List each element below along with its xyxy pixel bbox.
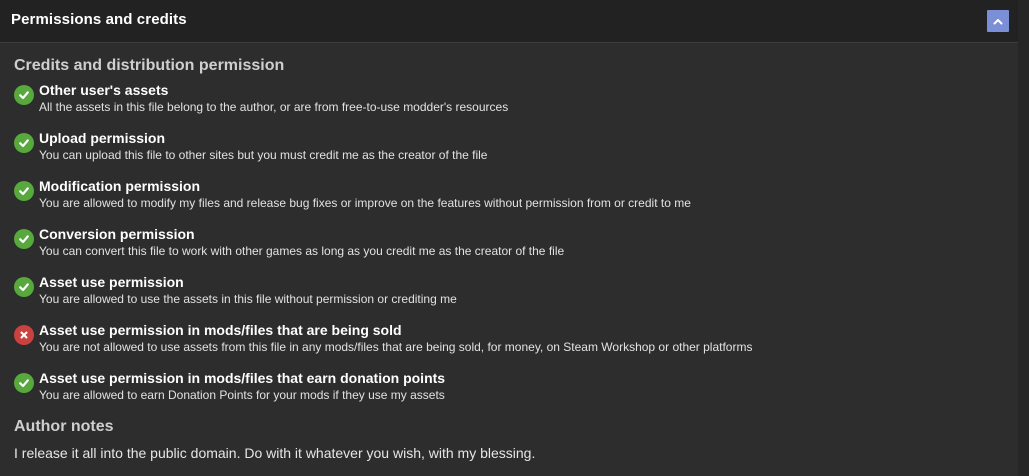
permission-title: Asset use permission xyxy=(39,274,184,290)
check-icon xyxy=(14,277,34,297)
permission-item-asset-use: Asset use permission You are allowed to … xyxy=(14,274,1004,314)
permission-item-upload: Upload permission You can upload this fi… xyxy=(14,130,1004,170)
permission-title: Modification permission xyxy=(39,178,201,194)
permission-description: You are not allowed to use assets from t… xyxy=(39,340,753,354)
permissions-panel: Permissions and credits Credits and dist… xyxy=(0,0,1018,476)
permission-description: You can convert this file to work with o… xyxy=(39,244,565,258)
scrollbar[interactable] xyxy=(1018,0,1029,476)
permission-item-asset-use-sold: Asset use permission in mods/files that … xyxy=(14,322,1004,362)
check-icon xyxy=(14,85,34,105)
check-icon xyxy=(14,229,34,249)
author-notes-title: Author notes xyxy=(14,418,114,435)
permission-item-other-users-assets: Other user's assets All the assets in th… xyxy=(14,82,1004,122)
chevron-up-icon xyxy=(993,12,1003,30)
permission-title: Asset use permission in mods/files that … xyxy=(39,322,402,338)
permission-item-asset-use-donation: Asset use permission in mods/files that … xyxy=(14,370,1004,410)
panel-header[interactable]: Permissions and credits xyxy=(0,0,1018,43)
collapse-button[interactable] xyxy=(987,10,1009,32)
permission-title: Conversion permission xyxy=(39,226,195,242)
permission-title: Asset use permission in mods/files that … xyxy=(39,370,446,386)
check-icon xyxy=(14,373,34,393)
permission-description: You can upload this file to other sites … xyxy=(39,148,488,162)
permission-title: Other user's assets xyxy=(39,82,169,98)
permission-item-conversion: Conversion permission You can convert th… xyxy=(14,226,1004,266)
permission-description: All the assets in this file belong to th… xyxy=(39,100,509,114)
check-icon xyxy=(14,181,34,201)
cross-icon xyxy=(14,325,34,345)
permission-title: Upload permission xyxy=(39,130,166,146)
author-notes-text: I release it all into the public domain.… xyxy=(14,445,536,461)
check-icon xyxy=(14,133,34,153)
permission-description: You are allowed to earn Donation Points … xyxy=(39,388,445,402)
permission-item-modification: Modification permission You are allowed … xyxy=(14,178,1004,218)
panel-title: Permissions and credits xyxy=(11,11,187,28)
credits-section-title: Credits and distribution permission xyxy=(14,57,285,74)
permission-description: You are allowed to use the assets in thi… xyxy=(39,292,457,306)
permission-description: You are allowed to modify my files and r… xyxy=(39,196,691,210)
